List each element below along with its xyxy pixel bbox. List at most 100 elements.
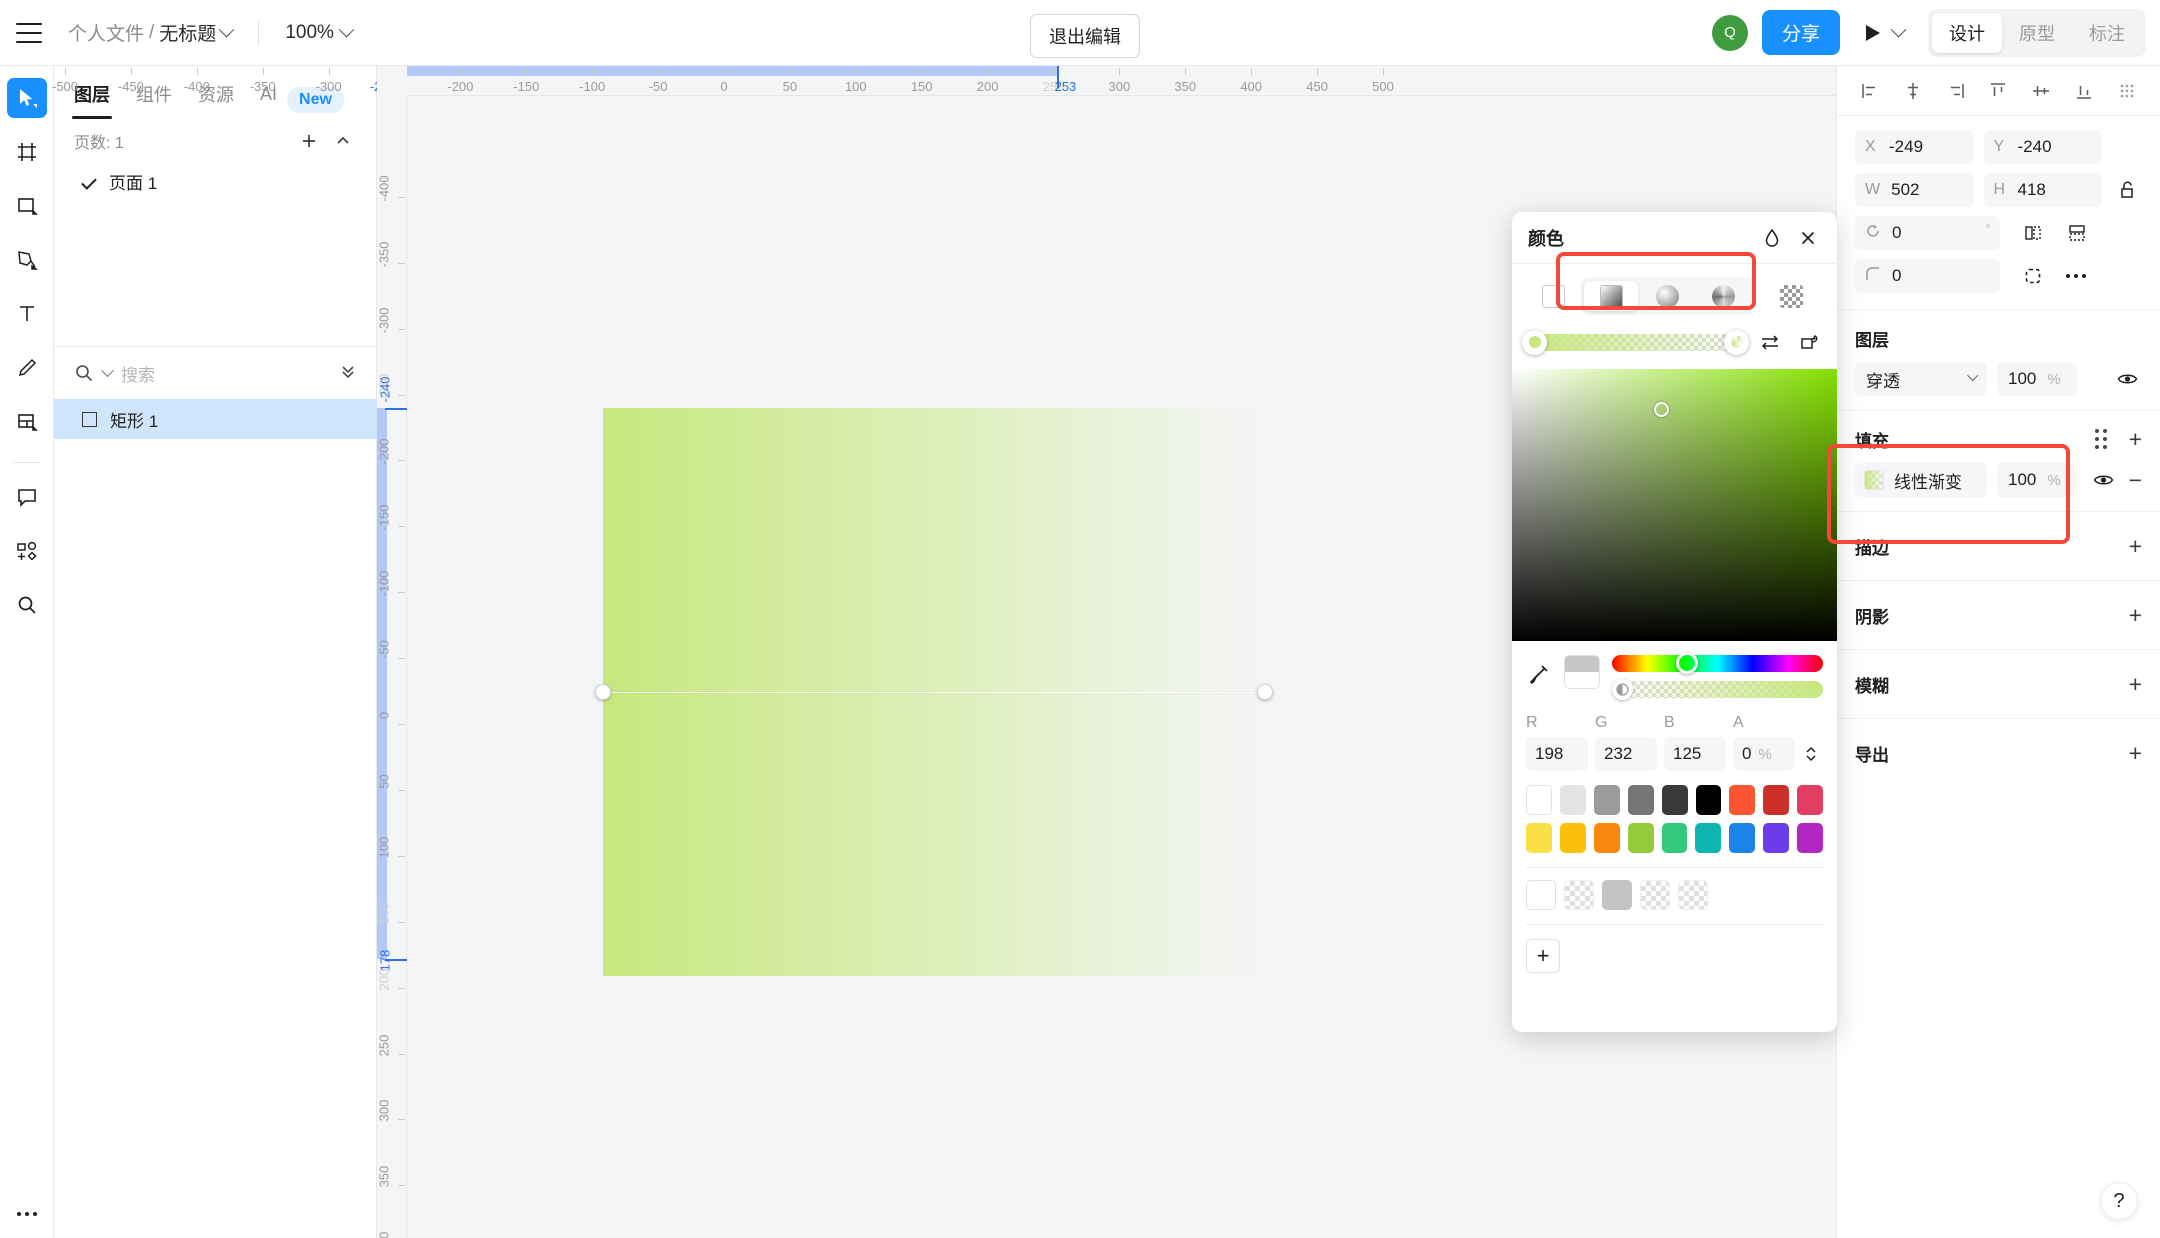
y-value[interactable]: -240: [2018, 137, 2052, 157]
width-field[interactable]: W 502: [1855, 173, 1974, 207]
remove-fill-button[interactable]: −: [2129, 468, 2142, 492]
palette-swatch[interactable]: [1526, 823, 1552, 853]
chevron-down-icon[interactable]: [219, 21, 235, 38]
play-icon[interactable]: [1866, 24, 1880, 41]
gradient-end-handle[interactable]: [1257, 684, 1273, 700]
y-field[interactable]: Y -240: [1983, 130, 2102, 164]
chevron-up-icon[interactable]: [330, 128, 356, 154]
radial-gradient-swatch[interactable]: [1640, 281, 1694, 311]
align-right-icon[interactable]: [1941, 76, 1971, 106]
share-button[interactable]: 分享: [1761, 10, 1840, 55]
palette-swatch[interactable]: [1678, 880, 1708, 910]
palette-swatch[interactable]: [1559, 823, 1586, 853]
add-export-button[interactable]: +: [2129, 741, 2142, 765]
distribute-icon[interactable]: [2112, 76, 2142, 106]
align-left-icon[interactable]: [1855, 76, 1885, 106]
avatar[interactable]: Q: [1711, 14, 1748, 51]
hamburger-icon[interactable]: [16, 22, 42, 43]
hue-slider[interactable]: [1612, 652, 1823, 674]
breadcrumb-folder[interactable]: 个人文件: [68, 19, 144, 46]
palette-swatch[interactable]: [1797, 823, 1824, 853]
green-input[interactable]: 232: [1595, 737, 1657, 771]
page-item-1[interactable]: 页面 1: [54, 162, 376, 201]
gradient-stop-end[interactable]: [1724, 329, 1749, 355]
gradient-stop-bar[interactable]: [1522, 329, 1749, 355]
palette-swatch[interactable]: [1593, 823, 1620, 853]
palette-swatch[interactable]: [1627, 785, 1654, 815]
breadcrumb[interactable]: 个人文件 / 无标题: [68, 19, 235, 46]
linear-gradient-swatch[interactable]: [1584, 281, 1638, 311]
fill-opacity-input[interactable]: 100 %: [1997, 463, 2077, 497]
palette-swatch[interactable]: [1627, 823, 1654, 853]
palette-swatch[interactable]: [1695, 785, 1722, 815]
comment-tool[interactable]: [7, 477, 47, 517]
ruler-vertical[interactable]: -400 -350 -300 -250 -200 -150 -100 -50 0 50 100 150…: [377, 96, 407, 1238]
alpha-slider[interactable]: [1612, 679, 1823, 700]
palette-swatch[interactable]: [1594, 785, 1620, 815]
rectangle-tool[interactable]: [7, 186, 47, 226]
eye-icon[interactable]: [2089, 465, 2119, 495]
more-horizontal-icon[interactable]: [17, 1212, 37, 1216]
palette-swatch[interactable]: [1763, 785, 1790, 815]
palette-swatch[interactable]: [1602, 880, 1632, 910]
fill-opacity-value[interactable]: 100: [2008, 470, 2036, 490]
h-value[interactable]: 418: [2018, 180, 2046, 200]
preview-button[interactable]: [1866, 21, 1907, 41]
blue-input[interactable]: 125: [1664, 737, 1726, 771]
pen-tool[interactable]: [7, 240, 47, 280]
saturation-value-area[interactable]: [1512, 369, 1837, 641]
eyedropper-icon[interactable]: [1526, 661, 1552, 687]
zoom-level-select[interactable]: 100%: [285, 22, 355, 44]
add-blur-button[interactable]: +: [2129, 672, 2142, 696]
w-value[interactable]: 502: [1891, 180, 1919, 200]
chevron-down-icon[interactable]: [1890, 21, 1907, 38]
alpha-slider-knob[interactable]: [1612, 679, 1633, 700]
zoom-tool[interactable]: [7, 585, 47, 625]
move-tool[interactable]: [6, 78, 47, 118]
palette-swatch[interactable]: [1564, 880, 1594, 910]
exit-edit-button[interactable]: 退出编辑: [1030, 14, 1140, 58]
palette-swatch[interactable]: [1797, 785, 1824, 815]
chevron-down-icon[interactable]: [101, 363, 114, 377]
droplet-icon[interactable]: [1759, 225, 1785, 251]
add-fill-button[interactable]: +: [2129, 427, 2142, 451]
layer-opacity-value[interactable]: 100: [2008, 369, 2036, 389]
gradient-stop-start[interactable]: [1522, 329, 1547, 355]
angular-gradient-swatch[interactable]: [1696, 281, 1750, 311]
alpha-input-wrap[interactable]: 0 %: [1733, 737, 1795, 771]
sv-cursor[interactable]: [1654, 402, 1669, 417]
slice-tool[interactable]: [7, 402, 47, 442]
independent-corners-icon[interactable]: [2018, 261, 2048, 291]
frame-tool[interactable]: [7, 132, 47, 172]
unlock-icon[interactable]: [2112, 175, 2142, 205]
color-picker-panel[interactable]: 颜色 R G B A 198 232 125 0 % +: [1512, 212, 1837, 1032]
palette-swatch[interactable]: [1640, 880, 1670, 910]
search-icon[interactable]: [74, 363, 94, 383]
palette-swatch[interactable]: [1661, 823, 1688, 853]
tab-design[interactable]: 设计: [1932, 12, 2002, 53]
solid-none-swatch[interactable]: [1526, 281, 1580, 311]
align-center-vertical-icon[interactable]: [2026, 76, 2056, 106]
breadcrumb-title[interactable]: 无标题: [159, 19, 216, 46]
x-value[interactable]: -249: [1889, 137, 1923, 157]
add-shadow-button[interactable]: +: [2129, 603, 2142, 627]
drag-handle-icon[interactable]: [2094, 429, 2107, 449]
rotation-field[interactable]: 0 °: [1855, 216, 2000, 250]
layer-opacity-input[interactable]: 100 %: [1997, 362, 2077, 396]
align-center-horizontal-icon[interactable]: [1898, 76, 1928, 106]
expand-all-icon[interactable]: [339, 362, 357, 385]
swap-stops-icon[interactable]: [1757, 329, 1783, 355]
tab-annotation[interactable]: 标注: [2072, 13, 2142, 53]
image-fill-swatch[interactable]: [1764, 281, 1818, 311]
palette-swatch[interactable]: [1695, 823, 1722, 853]
more-horizontal-icon[interactable]: [2065, 274, 2086, 278]
flip-horizontal-icon[interactable]: [2018, 218, 2048, 248]
palette-swatch[interactable]: [1729, 785, 1756, 815]
corner-radius-field[interactable]: 0: [1855, 259, 2000, 293]
pencil-tool[interactable]: [7, 348, 47, 388]
ruler-horizontal[interactable]: -500-450-400-350-300-250-200-150-100-500…: [52, 66, 1836, 96]
palette-swatch[interactable]: [1526, 785, 1553, 815]
eye-icon[interactable]: [2112, 364, 2142, 394]
text-tool[interactable]: [7, 294, 47, 334]
add-swatch-button[interactable]: +: [1526, 939, 1560, 973]
